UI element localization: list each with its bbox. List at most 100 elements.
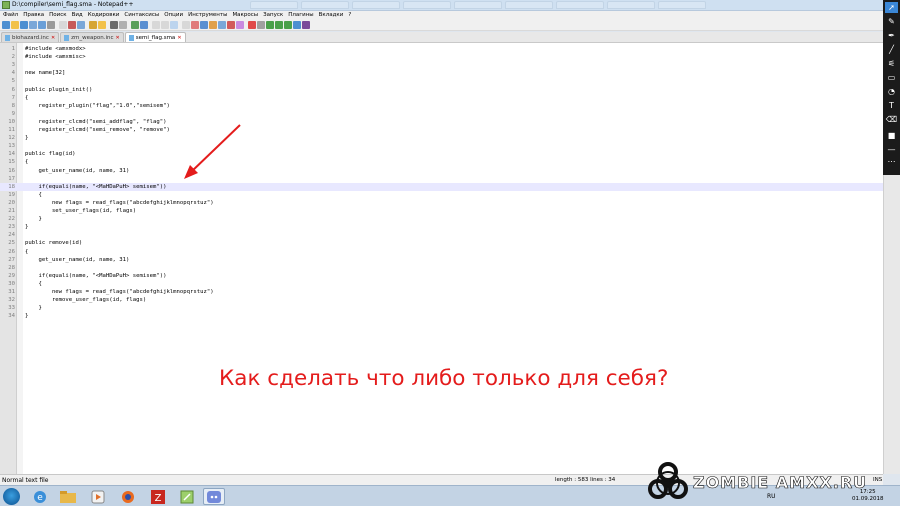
menu-item[interactable]: Файл — [3, 11, 18, 20]
code-line[interactable]: 20 new flags = read_flags("abcdefghijklm… — [0, 199, 883, 207]
toolbar-button-icon[interactable] — [248, 21, 256, 29]
vertical-scrollbar[interactable] — [883, 175, 900, 474]
background-tab[interactable] — [454, 1, 502, 9]
toolbar-button-icon[interactable] — [68, 21, 76, 29]
code-line[interactable]: 5 — [0, 77, 883, 85]
menu-item[interactable]: Синтаксисы — [124, 11, 159, 20]
code-line[interactable]: 8 register_plugin("flag","1.0","semisem"… — [0, 102, 883, 110]
toolbar-button-icon[interactable] — [119, 21, 127, 29]
toolbar-button-icon[interactable] — [182, 21, 190, 29]
fill-icon[interactable]: ◔ — [885, 86, 898, 97]
background-tab[interactable] — [607, 1, 655, 9]
menu-item[interactable]: Вид — [72, 11, 83, 20]
background-tab[interactable] — [250, 1, 298, 9]
menu-item[interactable]: Правка — [23, 11, 44, 20]
code-line[interactable]: 24 — [0, 231, 883, 239]
eraser-icon[interactable]: ⌫ — [885, 114, 898, 125]
code-line[interactable]: 3 — [0, 61, 883, 69]
menu-item[interactable]: Плагины — [288, 11, 313, 20]
toolbar-button-icon[interactable] — [200, 21, 208, 29]
menu-item[interactable]: Опции — [164, 11, 183, 20]
toolbar-button-icon[interactable] — [77, 21, 85, 29]
code-line[interactable]: 17 — [0, 175, 883, 183]
notepadpp-task-icon[interactable] — [176, 488, 198, 505]
code-line[interactable]: 18 if(equali(name, "<MaHDaPuH> semisem")… — [0, 182, 883, 191]
more-icon[interactable]: ⋯ — [885, 156, 898, 167]
firefox-icon[interactable] — [117, 488, 139, 505]
code-line[interactable]: 22 } — [0, 215, 883, 223]
pencil-icon[interactable]: ✎ — [885, 16, 898, 27]
text-icon[interactable]: T — [885, 100, 898, 111]
background-tab[interactable] — [658, 1, 706, 9]
media-player-icon[interactable] — [87, 488, 109, 505]
menu-item[interactable]: Инструменты — [188, 11, 227, 20]
close-tab-icon[interactable]: ✕ — [177, 33, 181, 43]
code-line[interactable]: 13 — [0, 142, 883, 150]
toolbar-button-icon[interactable] — [29, 21, 37, 29]
code-line[interactable]: 28 — [0, 264, 883, 272]
toolbar-button-icon[interactable] — [257, 21, 265, 29]
toolbar-button-icon[interactable] — [38, 21, 46, 29]
toolbar-button-icon[interactable] — [191, 21, 199, 29]
menu-item[interactable]: Поиск — [49, 11, 66, 20]
toolbar-button-icon[interactable] — [110, 21, 118, 29]
editor-area[interactable]: 1 #include <amxmodx> 2 #include <amxmisc> 3 4… — [0, 43, 883, 474]
discord-icon[interactable] — [203, 488, 225, 505]
file-tab[interactable]: semi_flag.sma ✕ — [124, 32, 186, 43]
toolbar-button-icon[interactable] — [275, 21, 283, 29]
toolbar-button-icon[interactable] — [236, 21, 244, 29]
background-tab[interactable] — [505, 1, 553, 9]
toolbar-button-icon[interactable] — [2, 21, 10, 29]
code-line[interactable]: 33 } — [0, 304, 883, 312]
code-line[interactable]: 19 { — [0, 191, 883, 199]
toolbar-button-icon[interactable] — [47, 21, 55, 29]
code-line[interactable]: 10 register_clcmd("semi_addflag", "flag"… — [0, 118, 883, 126]
code-line[interactable]: 25 public remove(id) — [0, 239, 883, 247]
code-line[interactable]: 29 if(equali(name, "<MaHDaPuH> semisem")… — [0, 272, 883, 280]
code-line[interactable]: 32 remove_user_flags(id, flags) — [0, 296, 883, 304]
toolbar-button-icon[interactable] — [209, 21, 217, 29]
toolbar-button-icon[interactable] — [59, 21, 67, 29]
color-icon[interactable]: ■ — [885, 130, 898, 141]
background-tab[interactable] — [301, 1, 349, 9]
code-line[interactable]: 21 set_user_flags(id, flags) — [0, 207, 883, 215]
code-line[interactable]: 11 register_clcmd("semi_remove", "remove… — [0, 126, 883, 134]
tray-clock[interactable]: 17:25 01.09.2018 — [852, 489, 884, 503]
toolbar-button-icon[interactable] — [20, 21, 28, 29]
menu-item[interactable]: Кодировки — [88, 11, 120, 20]
code-line[interactable]: 15 { — [0, 158, 883, 166]
menu-item[interactable]: Вкладки — [319, 11, 344, 20]
close-tab-icon[interactable]: ✕ — [51, 33, 55, 43]
toolbar-button-icon[interactable] — [98, 21, 106, 29]
start-button[interactable] — [3, 488, 20, 505]
background-tab[interactable] — [556, 1, 604, 9]
code-line[interactable]: 12} — [0, 134, 883, 142]
close-tab-icon[interactable]: ✕ — [116, 33, 120, 43]
code-line[interactable]: 4 new name[32] — [0, 69, 883, 77]
thickness-icon[interactable]: — — [885, 144, 898, 155]
code-line[interactable]: 1 #include <amxmodx> — [0, 45, 883, 53]
toolbar-button-icon[interactable] — [170, 21, 178, 29]
code-line[interactable]: 26 { — [0, 248, 883, 256]
code-line[interactable]: 16 get_user_name(id, name, 31) — [0, 167, 883, 175]
file-tab[interactable]: biohazard.inc ✕ — [1, 32, 60, 43]
code-line[interactable]: 31 new flags = read_flags("abcdefghijklm… — [0, 288, 883, 296]
menu-item[interactable]: ? — [348, 11, 351, 20]
ie-icon[interactable]: e — [29, 488, 51, 505]
brush-icon[interactable]: ⚟ — [885, 58, 898, 69]
cursor-icon[interactable]: ➚ — [885, 2, 898, 13]
toolbar-button-icon[interactable] — [140, 21, 148, 29]
code-line[interactable]: 23} — [0, 223, 883, 231]
code-line[interactable]: 34} — [0, 312, 883, 320]
rectangle-icon[interactable]: ▭ — [885, 72, 898, 83]
code-line[interactable]: 6 public plugin_init() — [0, 86, 883, 94]
code-line[interactable]: 30 { — [0, 280, 883, 288]
toolbar-button-icon[interactable] — [11, 21, 19, 29]
code-line[interactable]: 2 #include <amxmisc> — [0, 53, 883, 61]
toolbar-button-icon[interactable] — [218, 21, 226, 29]
code-line[interactable]: 14 public flag(id) — [0, 150, 883, 158]
menu-item[interactable]: Макросы — [232, 11, 258, 20]
menu-item[interactable]: Запуск — [263, 11, 283, 20]
code-line[interactable]: 9 — [0, 110, 883, 118]
toolbar-button-icon[interactable] — [302, 21, 310, 29]
